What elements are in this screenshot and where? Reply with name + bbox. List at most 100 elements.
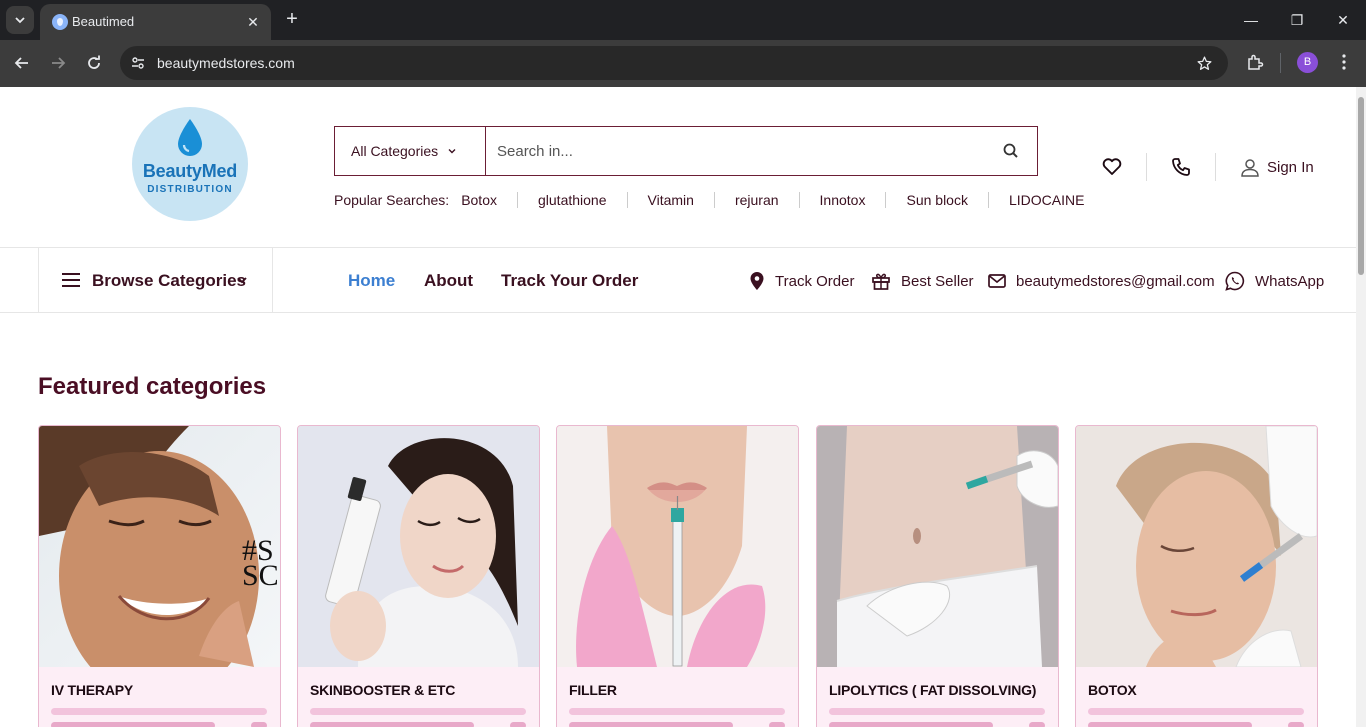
category-card-iv-therapy[interactable]: #S SC IV THERAPY <box>38 425 281 727</box>
placeholder-bar <box>510 722 526 727</box>
placeholder-bar <box>769 722 785 727</box>
popular-link[interactable]: Botox <box>461 192 518 208</box>
category-image: #S SC <box>39 426 280 667</box>
url-text: beautymedstores.com <box>157 55 295 71</box>
site-info-icon[interactable] <box>128 53 148 73</box>
popular-link[interactable]: glutathione <box>538 192 628 208</box>
reload-button[interactable] <box>82 51 106 75</box>
restore-icon[interactable]: ❐ <box>1285 8 1309 32</box>
nav-track-your-order[interactable]: Track Your Order <box>501 271 638 291</box>
bookmark-star-icon[interactable] <box>1194 53 1214 73</box>
placeholder-bar <box>1029 722 1045 727</box>
category-card-botox[interactable]: BOTOX <box>1075 425 1318 727</box>
tab-title: Beautimed <box>72 14 135 29</box>
forward-button[interactable] <box>46 51 70 75</box>
category-select-label: All Categories <box>351 143 439 159</box>
browser-menu-icon[interactable] <box>1333 51 1355 73</box>
arrow-right-icon <box>52 57 66 69</box>
placeholder-bar <box>569 722 733 727</box>
window-close-icon[interactable]: ✕ <box>1331 8 1355 32</box>
popular-link[interactable]: rejuran <box>735 192 800 208</box>
header-divider <box>1215 153 1216 181</box>
profile-avatar[interactable]: B <box>1297 52 1318 73</box>
browser-tab-bar: Beautimed ✕ + — ❐ ✕ <box>0 0 1366 40</box>
logo-subtext: DISTRIBUTION <box>147 184 233 195</box>
image-overlay-text: #S SC <box>242 534 279 592</box>
placeholder-bar <box>829 722 993 727</box>
toolbar-divider <box>1280 53 1281 73</box>
new-tab-button[interactable]: + <box>282 9 302 29</box>
scrollbar-thumb[interactable] <box>1358 97 1364 275</box>
header-divider <box>1146 153 1147 181</box>
popular-link[interactable]: LIDOCAINE <box>1009 192 1084 208</box>
active-tab[interactable]: Beautimed ✕ <box>40 4 271 40</box>
popular-link[interactable]: Vitamin <box>648 192 715 208</box>
back-button[interactable] <box>10 51 34 75</box>
email-link[interactable]: beautymedstores@gmail.com <box>988 270 1215 292</box>
main-navbar: Browse Categories Home About Track Your … <box>0 247 1356 313</box>
phone-icon[interactable] <box>1170 156 1192 178</box>
sign-in-link[interactable]: Sign In <box>1267 159 1314 176</box>
heart-icon[interactable] <box>1101 156 1123 178</box>
best-seller-label: Best Seller <box>901 272 974 290</box>
placeholder-bar <box>1088 708 1304 715</box>
popular-link[interactable]: Innotox <box>820 192 887 208</box>
category-image <box>817 426 1058 667</box>
reload-icon <box>88 55 100 69</box>
category-image <box>298 426 539 667</box>
track-order-link[interactable]: Track Order <box>749 270 854 292</box>
placeholder-bar <box>310 708 526 715</box>
search-bar: All Categories <box>334 126 1038 176</box>
tab-search-button[interactable] <box>6 6 34 34</box>
logo-text: BeautyMed <box>142 161 238 181</box>
category-card-lipolytics[interactable]: LIPOLYTICS ( FAT DISSOLVING) <box>816 425 1059 727</box>
whatsapp-icon <box>1225 271 1245 291</box>
category-name: FILLER <box>569 682 617 698</box>
whatsapp-link[interactable]: WhatsApp <box>1225 270 1324 292</box>
address-bar[interactable]: beautymedstores.com <box>120 46 1228 80</box>
category-name: BOTOX <box>1088 682 1137 698</box>
nav-about[interactable]: About <box>424 271 473 291</box>
category-card-filler[interactable]: FILLER <box>556 425 799 727</box>
chevron-down-icon <box>15 17 25 24</box>
browse-categories-label: Browse Categories <box>92 271 246 290</box>
user-icon[interactable] <box>1239 157 1261 179</box>
nav-home[interactable]: Home <box>348 271 395 291</box>
site-logo[interactable]: BeautyMed DISTRIBUTION <box>132 107 248 221</box>
placeholder-bar <box>829 708 1045 715</box>
category-name: LIPOLYTICS ( FAT DISSOLVING) <box>829 682 1037 698</box>
placeholder-bar <box>1288 722 1304 727</box>
placeholder-bar <box>310 722 474 727</box>
arrow-left-icon <box>14 57 28 69</box>
favicon-icon <box>52 14 68 30</box>
category-image <box>1076 426 1317 667</box>
tab-close-icon[interactable]: ✕ <box>243 12 263 32</box>
whatsapp-label: WhatsApp <box>1255 272 1325 290</box>
best-seller-link[interactable]: Best Seller <box>871 270 974 292</box>
chevron-down-icon <box>448 149 456 154</box>
category-select[interactable]: All Categories <box>335 127 486 175</box>
gift-icon <box>872 273 890 290</box>
placeholder-bar <box>569 708 785 715</box>
page-scrollbar[interactable] <box>1356 87 1366 727</box>
water-drop-icon <box>178 119 202 156</box>
mail-icon <box>988 274 1006 288</box>
popular-searches-label: Popular Searches: <box>334 192 450 208</box>
extensions-icon[interactable] <box>1244 51 1266 73</box>
popular-searches: Popular Searches: Botox glutathione Vita… <box>334 190 1084 210</box>
map-pin-icon <box>750 272 764 290</box>
category-image <box>557 426 798 667</box>
chevron-down-icon <box>237 277 247 284</box>
popular-link[interactable]: Sun block <box>906 192 989 208</box>
email-label: beautymedstores@gmail.com <box>1016 272 1215 290</box>
placeholder-bar <box>51 722 215 727</box>
search-input[interactable] <box>487 127 987 175</box>
category-card-skinbooster[interactable]: SKINBOOSTER & ETC <box>297 425 540 727</box>
minimize-icon[interactable]: — <box>1239 8 1263 32</box>
search-icon[interactable] <box>1001 141 1021 161</box>
category-name: SKINBOOSTER & ETC <box>310 682 456 698</box>
placeholder-bar <box>251 722 267 727</box>
web-page: BeautyMed DISTRIBUTION All Categories Po… <box>0 87 1356 727</box>
placeholder-bar <box>51 708 267 715</box>
browse-categories-button[interactable]: Browse Categories <box>38 248 273 313</box>
